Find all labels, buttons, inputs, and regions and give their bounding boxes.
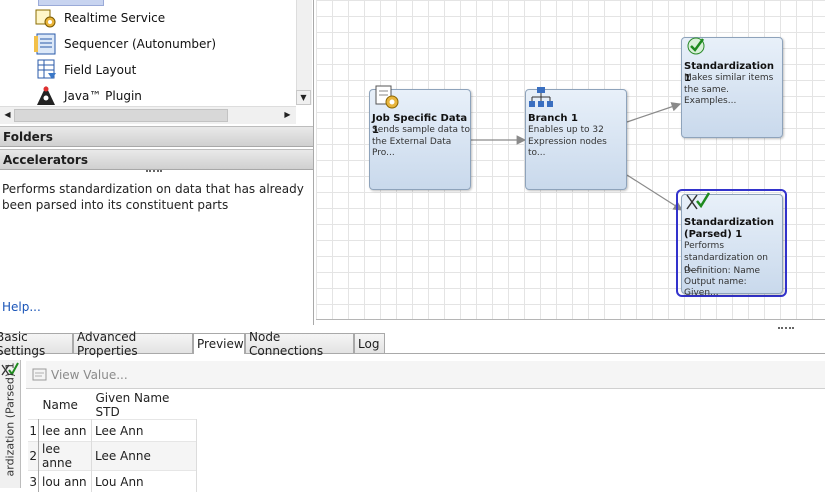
tab-preview[interactable]: Preview: [193, 333, 245, 354]
node-description-line: the External Data Pro...: [372, 137, 470, 159]
node-description-line: Enables up to 32: [528, 125, 604, 136]
node-title-line-2: (Parsed) 1: [684, 229, 742, 241]
node-list-item-field-layout[interactable]: Field Layout: [34, 58, 136, 82]
table-row[interactable]: 3 lou ann Lou Ann: [28, 471, 197, 492]
node-list-label: Field Layout: [64, 63, 136, 77]
table-row[interactable]: 1 lee ann Lee Ann: [28, 420, 197, 442]
cell-given-name-std[interactable]: Lee Anne: [92, 442, 197, 471]
node-output-name: Output name: Given...: [684, 277, 782, 299]
node-list-label: Realtime Service: [64, 11, 165, 25]
view-value-label: View Value...: [51, 368, 128, 382]
job-specific-data-icon: [374, 84, 400, 110]
scroll-down-button[interactable]: ▼: [296, 90, 311, 105]
java-plugin-icon: [34, 85, 58, 107]
sequencer-icon: [34, 33, 58, 55]
row-number: 3: [28, 471, 39, 492]
node-description-line: Expression nodes to...: [528, 137, 626, 159]
scroll-right-button[interactable]: ▶: [280, 107, 295, 122]
standardization-parsed-icon: [685, 191, 711, 213]
node-description: Performs standardization on data that ha…: [2, 181, 307, 213]
tab-advanced-properties[interactable]: Advanced Properties: [73, 333, 193, 353]
node-standardization-parsed[interactable]: Standardization (Parsed) 1 Performs stan…: [681, 194, 783, 294]
preview-node-sidebar[interactable]: ardization (Parsed) 1: [0, 360, 21, 488]
cell-given-name-std[interactable]: Lee Ann: [92, 420, 197, 442]
row-number: 1: [28, 420, 39, 442]
properties-tab-bar: Basic Settings Advanced Properties Previ…: [0, 333, 825, 354]
node-branch[interactable]: Branch 1 Enables up to 32 Expression nod…: [525, 89, 627, 190]
node-title: Standardization: [684, 217, 774, 229]
tab-node-connections[interactable]: Node Connections: [245, 333, 354, 353]
standardization-check-icon: [686, 36, 708, 56]
node-description-line: Sends sample data to: [372, 125, 470, 136]
node-list-label: Java™ Plugin: [64, 89, 142, 103]
tab-basic-settings[interactable]: Basic Settings: [0, 333, 73, 353]
node-list-item-realtime-service[interactable]: Realtime Service: [34, 6, 165, 30]
column-header-name[interactable]: Name: [39, 391, 92, 420]
branch-icon: [528, 86, 554, 110]
column-header-given-name-std[interactable]: Given Name STD: [92, 391, 197, 420]
node-list-item-java-plugin[interactable]: Java™ Plugin: [34, 84, 142, 108]
cell-given-name-std[interactable]: Lou Ann: [92, 471, 197, 492]
preview-grid[interactable]: Name Given Name STD 1 lee ann Lee Ann 2 …: [28, 391, 197, 492]
job-flow-canvas[interactable]: Job Specific Data 1 Sends sample data to…: [316, 0, 825, 320]
horizontal-scroll-thumb[interactable]: [14, 109, 228, 122]
cell-name[interactable]: lee anne: [39, 442, 92, 471]
accelerators-section-header[interactable]: Accelerators: [0, 149, 313, 170]
cell-name[interactable]: lou ann: [39, 471, 92, 492]
help-link[interactable]: Help...: [2, 300, 41, 314]
view-value-button[interactable]: View Value...: [32, 368, 128, 382]
preview-toolbar: View Value...: [26, 361, 825, 389]
node-standardization[interactable]: Standardization 1 Makes similar items th…: [681, 37, 783, 138]
view-value-icon: [32, 368, 47, 381]
cell-name[interactable]: lee ann: [39, 420, 92, 442]
row-number-header: [28, 391, 39, 420]
node-palette-panel: Realtime Service Sequencer (Autonumber) …: [0, 0, 314, 325]
field-layout-icon: [34, 59, 58, 81]
splitter-grip[interactable]: [146, 170, 162, 175]
table-row[interactable]: 2 lee anne Lee Anne: [28, 442, 197, 471]
node-title: Branch 1: [528, 113, 578, 125]
splitter-grip[interactable]: [778, 327, 794, 332]
node-list-label: Sequencer (Autonumber): [64, 37, 216, 51]
realtime-service-icon: [34, 7, 58, 29]
preview-node-label: ardization (Parsed) 1: [4, 377, 17, 477]
node-description-line: Performs: [684, 241, 724, 252]
node-description-line: Makes similar items: [684, 73, 773, 84]
folders-section-header[interactable]: Folders: [0, 126, 313, 147]
node-description-line: the same. Examples...: [684, 85, 782, 107]
tab-log[interactable]: Log: [354, 333, 385, 353]
scroll-left-button[interactable]: ◀: [0, 107, 15, 122]
node-job-specific-data[interactable]: Job Specific Data 1 Sends sample data to…: [369, 89, 471, 190]
row-number: 2: [28, 442, 39, 471]
node-definition: Definition: Name: [684, 266, 760, 277]
node-list-item-sequencer[interactable]: Sequencer (Autonumber): [34, 32, 216, 56]
